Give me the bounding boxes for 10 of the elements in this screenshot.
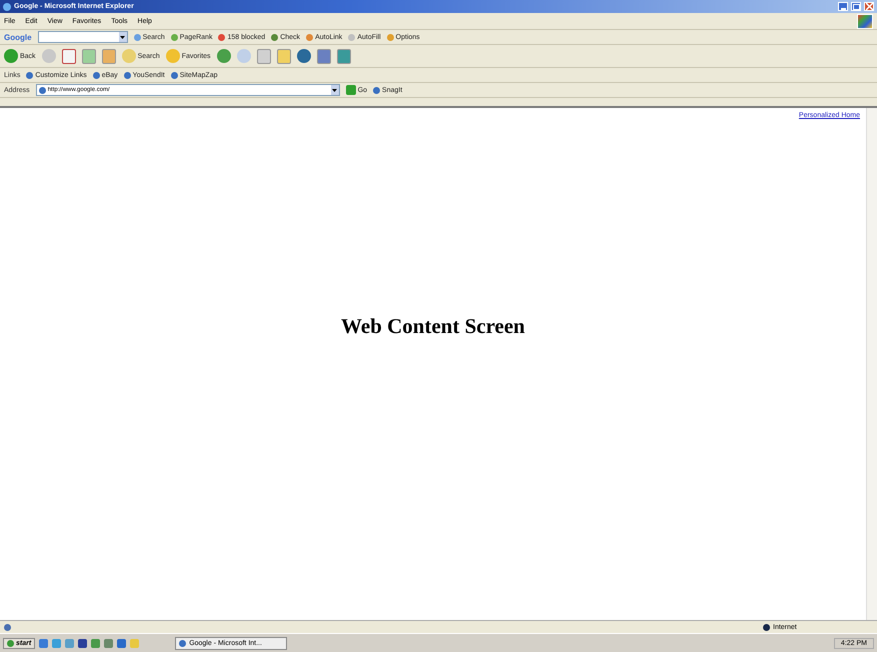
page-heading: Web Content Screen [341,314,525,339]
caret-icon [120,36,126,38]
windows-flag-icon [857,14,873,28]
close-button[interactable] [864,2,874,11]
google-logo: Google [4,32,32,42]
maximize-button[interactable] [851,2,861,11]
dropdown-button[interactable] [330,85,339,95]
caret-icon [332,88,338,92]
minimize-button[interactable] [838,2,848,11]
search-field[interactable] [38,31,128,43]
